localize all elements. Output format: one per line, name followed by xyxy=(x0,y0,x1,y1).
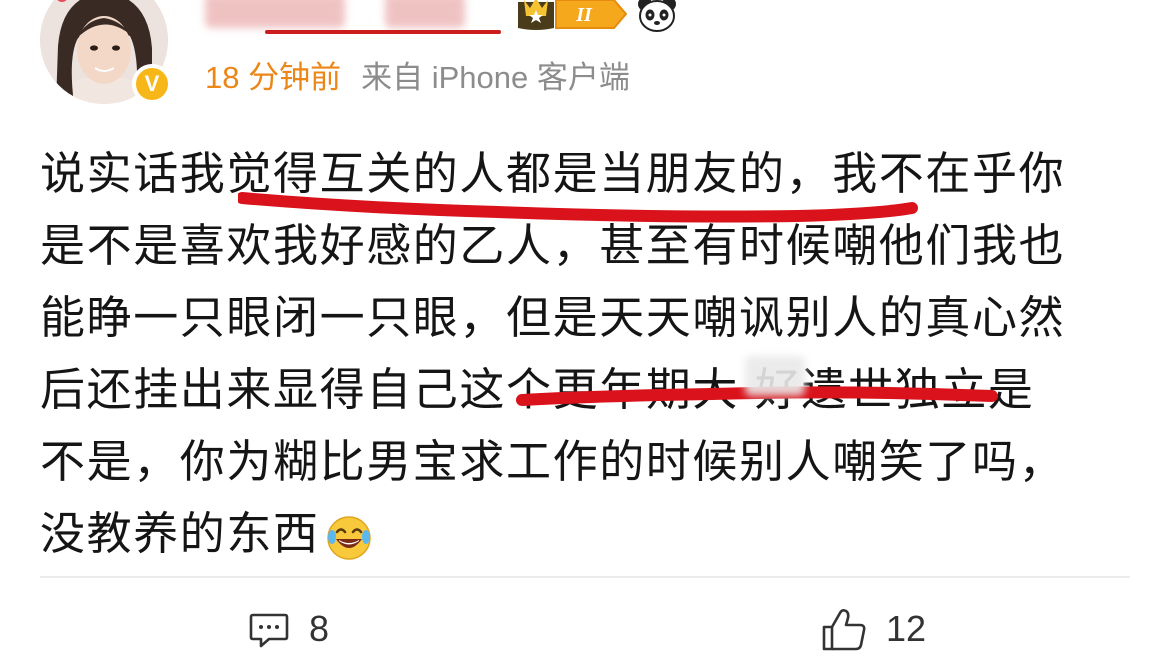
comment-count: 8 xyxy=(309,608,330,649)
post-meta: 18 分钟前 来自 iPhone 客户端 xyxy=(205,58,630,98)
post-line-4: 后还挂出来显得自己这个更年期大 好遗世独立是 xyxy=(40,363,1035,416)
level-badge-text: II xyxy=(575,4,593,26)
comment-button[interactable]: 8 xyxy=(247,604,329,654)
crown-level-icon: II xyxy=(518,0,628,30)
redaction-blur-inline xyxy=(745,356,805,396)
author-avatar-container[interactable]: V xyxy=(40,0,172,104)
comment-icon xyxy=(249,613,289,648)
like-button[interactable]: 12 xyxy=(820,604,926,654)
post-line-6-wrap: 没教养的东西 xyxy=(40,498,1105,570)
username-underline xyxy=(265,30,501,34)
redaction-blur xyxy=(205,0,345,28)
post-content: 说实话我觉得互关的人都是当朋友的，我不在乎你 是不是喜欢我好感的乙人，甚至有时候… xyxy=(40,138,1105,570)
post-line-6: 没教养的东西 xyxy=(40,507,320,560)
redaction-blur xyxy=(385,0,465,28)
like-count: 12 xyxy=(886,608,927,649)
verified-icon: V xyxy=(132,64,172,104)
post-line-5: 不是，你为糊比男宝求工作的时候别人嘲笑了吗， xyxy=(40,435,1066,488)
post-source[interactable]: 来自 iPhone 客户端 xyxy=(361,60,630,95)
laugh-cry-icon xyxy=(326,510,372,560)
post-time: 18 分钟前 xyxy=(205,60,342,95)
divider xyxy=(40,576,1130,578)
panda-icon xyxy=(636,0,678,34)
post-line-2: 是不是喜欢我好感的乙人，甚至有时候嘲他们我也 xyxy=(40,219,1066,272)
post-line-3: 能睁一只眼闭一只眼，但是天天嘲讽别人的真心然 xyxy=(40,291,1066,344)
post-line-1: 说实话我觉得互关的人都是当朋友的，我不在乎你 xyxy=(40,147,1066,200)
thumbs-up-icon xyxy=(822,609,866,651)
level-badge[interactable]: II xyxy=(514,0,632,34)
